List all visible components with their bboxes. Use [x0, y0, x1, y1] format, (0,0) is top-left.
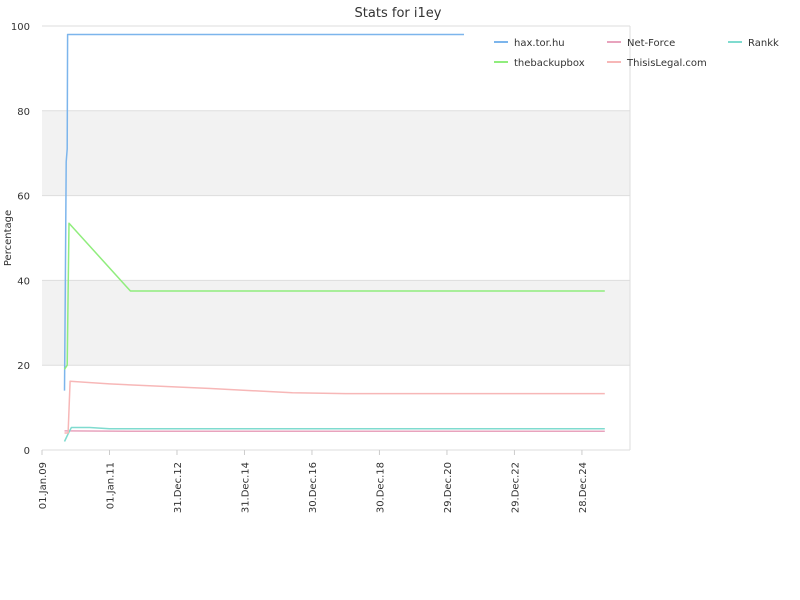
- x-tick-label: 01.Jan.09: [38, 462, 49, 509]
- x-tick-label: 01.Jan.11: [105, 462, 116, 509]
- plot-band: [42, 280, 630, 366]
- x-tick-label: 29.Dec.20: [443, 462, 454, 513]
- plot-band: [42, 110, 630, 196]
- legend-item-label[interactable]: thebackupbox: [514, 58, 585, 69]
- x-tick-label: 30.Dec.16: [308, 462, 319, 513]
- plot-bands: [42, 110, 630, 366]
- legend-item-label[interactable]: Net-Force: [627, 38, 675, 49]
- chart-title: Stats for i1ey: [355, 6, 442, 21]
- x-tick-label: 28.Dec.24: [578, 462, 589, 513]
- legend-item-label[interactable]: ThisisLegal.com: [626, 58, 707, 69]
- x-tick-label: 31.Dec.12: [173, 462, 184, 513]
- gridlines: [42, 25, 631, 451]
- y-tick-label: 80: [17, 107, 30, 118]
- series-lines: [63, 33, 605, 442]
- y-tick-label: 100: [11, 22, 30, 33]
- line-chart: 0 20 40 60 80 100 01.Jan.09 01.Jan.11 31.Dec.12…: [3, 6, 779, 513]
- x-tick-label: 31.Dec.14: [240, 462, 251, 513]
- x-tick-label: 29.Dec.22: [510, 462, 521, 513]
- series-line-thisislegal-com: [64, 380, 605, 434]
- x-axis-ticks: 01.Jan.09 01.Jan.11 31.Dec.12 31.Dec.14 30.D…: [38, 450, 589, 513]
- y-tick-label: 0: [24, 446, 30, 457]
- x-tick-label: 30.Dec.18: [375, 462, 386, 513]
- legend-item-label[interactable]: Rankk: [748, 38, 779, 49]
- y-tick-label: 60: [17, 192, 30, 203]
- y-axis-label: Percentage: [3, 210, 14, 266]
- y-tick-label: 20: [17, 361, 30, 372]
- series-line-rankk: [63, 426, 605, 442]
- legend: hax.tor.hu Net-Force Rankk thebackupbox This…: [494, 38, 779, 69]
- y-tick-label: 40: [17, 276, 30, 287]
- legend-item-label[interactable]: hax.tor.hu: [514, 38, 565, 49]
